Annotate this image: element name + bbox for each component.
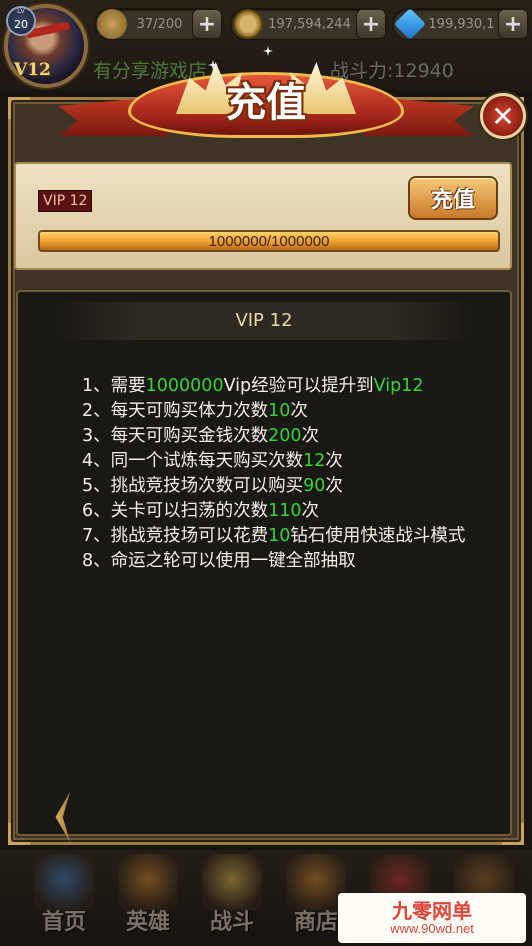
key-icon xyxy=(97,9,127,39)
gem-resource: 199,930,1 + xyxy=(392,8,530,40)
benefit-value: 1000000 xyxy=(145,376,224,396)
vip-progress-panel: VIP 12 充值 1000000/1000000 xyxy=(14,162,512,270)
watermark: 九零网单 www.90wd.net xyxy=(338,893,526,943)
gold-resource: 197,594,244 + xyxy=(230,8,388,40)
gem-icon xyxy=(394,8,426,40)
add-stamina-button[interactable]: + xyxy=(192,9,222,39)
benefit-text: 6、关卡可以扫荡的次数 xyxy=(82,501,269,521)
close-button[interactable]: ✕ xyxy=(480,93,526,139)
home-icon xyxy=(34,854,94,910)
benefit-value: 10 xyxy=(268,526,291,546)
nav-label: 英雄 xyxy=(125,910,170,935)
vip-badge: V12 xyxy=(14,60,51,80)
benefit-value: 110 xyxy=(268,501,302,521)
benefit-text: 次 xyxy=(325,451,343,471)
hero-icon xyxy=(118,854,178,910)
benefit-item: 4、同一个试炼每天购买次数12次 xyxy=(82,449,502,474)
coin-icon xyxy=(233,9,263,39)
nav-item-battle[interactable]: 战斗 xyxy=(190,854,274,942)
shop-icon xyxy=(286,854,346,910)
vip-level-tag: VIP 12 xyxy=(38,190,93,212)
frame-corner xyxy=(8,97,30,119)
benefit-text: 次 xyxy=(325,476,343,496)
benefit-text: 2、每天可购买体力次数 xyxy=(82,401,269,421)
benefit-item: 5、挑战竞技场次数可以购买90次 xyxy=(82,474,502,499)
progress-text: 1000000/1000000 xyxy=(208,233,330,250)
title-banner: 充值 xyxy=(58,46,474,148)
benefit-text: 次 xyxy=(301,426,320,446)
benefit-item: 7、挑战竞技场可以花费10钻石使用快速战斗模式 xyxy=(82,524,502,549)
benefit-text: 4、同一个试炼每天购买次数 xyxy=(82,451,304,471)
nav-item-hero[interactable]: 英雄 xyxy=(106,854,190,942)
content-title: VIP 12 xyxy=(235,310,293,331)
benefit-value: 10 xyxy=(268,401,291,421)
watermark-title: 九零网单 xyxy=(392,899,472,923)
benefit-text: 5、挑战竞技场次数可以购买 xyxy=(82,476,304,496)
watermark-url: www.90wd.net xyxy=(390,921,474,936)
prev-page-arrow-icon[interactable] xyxy=(55,792,70,842)
benefit-text: 1、需要 xyxy=(82,376,146,396)
benefit-text: 3、每天可购买金钱次数 xyxy=(82,426,269,446)
benefit-value: 200 xyxy=(268,426,302,446)
dialog-title: 充值 xyxy=(226,80,306,126)
benefit-text: Vip经验可以提升到 xyxy=(223,376,374,396)
nav-label: 首页 xyxy=(41,910,86,935)
stamina-value: 37/200 xyxy=(136,16,183,32)
level-label: LV xyxy=(17,7,25,15)
benefit-item: 6、关卡可以扫荡的次数110次 xyxy=(82,499,502,524)
level-badge: LV 20 xyxy=(6,6,36,36)
vip-progress-bar: 1000000/1000000 xyxy=(38,230,500,252)
benefit-text: 8、命运之轮可以使用一键全部抽取 xyxy=(82,551,356,571)
benefits-list: 1、需要1000000Vip经验可以提升到Vip12 2、每天可购买体力次数10次… xyxy=(82,374,502,574)
vip-benefits-panel[interactable]: VIP 12 1、需要1000000Vip经验可以提升到Vip12 2、每天可购买… xyxy=(16,290,512,842)
nav-item-home[interactable]: 首页 xyxy=(22,854,106,942)
benefit-item: 2、每天可购买体力次数10次 xyxy=(82,399,502,424)
gem-value: 199,930,1 xyxy=(428,16,495,32)
benefit-text: 次 xyxy=(301,501,320,521)
benefit-text: 次 xyxy=(290,401,308,421)
add-gem-button[interactable]: + xyxy=(498,9,528,39)
add-gold-button[interactable]: + xyxy=(356,9,386,39)
benefit-item: 1、需要1000000Vip经验可以提升到Vip12 xyxy=(82,374,502,399)
stamina-resource: 37/200 + xyxy=(94,8,224,40)
battle-icon xyxy=(202,854,262,910)
benefit-value: 90 xyxy=(303,476,326,496)
nav-label: 战斗 xyxy=(209,910,254,935)
benefit-item: 8、命运之轮可以使用一键全部抽取 xyxy=(82,549,502,574)
benefit-value: 12 xyxy=(303,451,326,471)
level-value: 20 xyxy=(14,17,28,31)
benefit-text: 7、挑战竞技场可以花费 xyxy=(82,526,269,546)
benefit-text: 钻石使用快速战斗模式 xyxy=(290,526,466,546)
recharge-button[interactable]: 充值 xyxy=(408,176,498,220)
benefit-item: 3、每天可购买金钱次数200次 xyxy=(82,424,502,449)
gold-value: 197,594,244 xyxy=(268,16,351,32)
benefit-value: Vip12 xyxy=(373,376,424,396)
